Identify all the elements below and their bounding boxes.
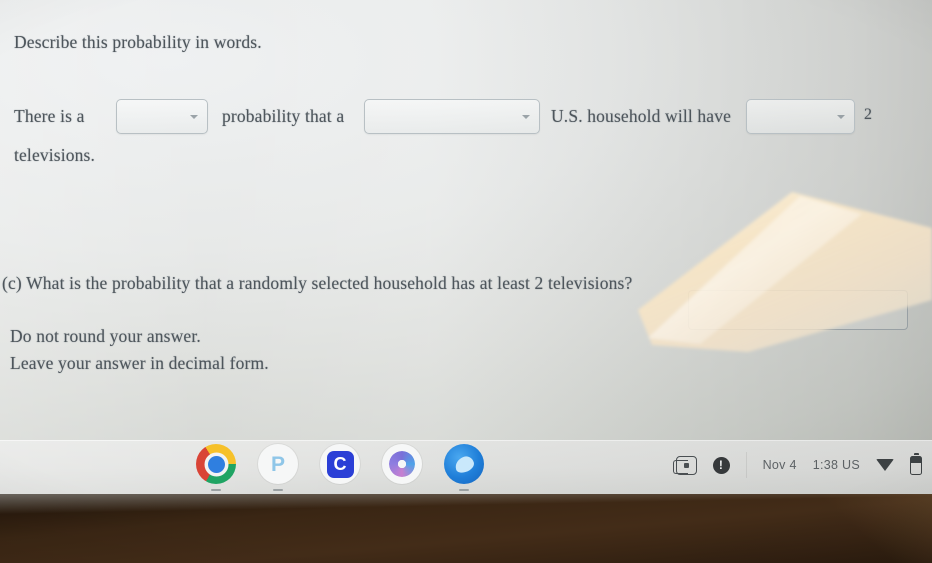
sentence-lead-text: There is a [14,106,85,126]
qualifier-dropdown[interactable] [364,99,540,134]
app-running-indicator [273,488,283,491]
sentence-closing-text: televisions. [14,145,96,165]
probability-word-dropdown[interactable] [116,99,208,134]
bluebird-icon[interactable] [444,444,484,491]
shelf-date: Nov 4 [762,458,797,472]
chrome-icon[interactable] [196,444,236,491]
instruction-no-rounding: Do not round your answer. [10,326,201,346]
instruction-decimal-form: Leave your answer in decimal form. [10,353,269,373]
prompt-text: Describe this probability in words. [14,32,262,52]
photos-icon[interactable] [382,444,422,484]
pages-icon[interactable]: P [258,444,298,491]
shelf-time: 1:38 US [812,458,860,472]
answer-input[interactable] [688,290,908,330]
canvas-icon[interactable]: C [320,444,360,484]
battery-icon[interactable] [910,452,922,475]
chevron-down-icon [837,114,845,119]
wifi-icon[interactable] [876,459,894,471]
app-running-indicator [459,488,469,491]
chevron-down-icon [190,114,198,119]
chromeos-shelf: P C ! Nov 4 1:38 US [0,440,932,502]
comparison-dropdown[interactable] [746,99,855,134]
screen-capture-icon[interactable] [672,455,697,475]
app-running-indicator [211,488,221,491]
notification-alert-icon[interactable]: ! [712,456,730,474]
television-count-text: 2 [864,106,873,123]
photo-of-chromebook-screen: Describe this probability in words. Ther… [0,0,932,563]
question-c-text: (c) What is the probability that a rando… [2,273,633,293]
canvas-icon-letter: C [326,450,354,478]
shelf-status-area[interactable]: ! Nov 4 1:38 US [672,452,922,478]
chrome-icon-core [207,455,225,473]
shelf-app-list: P C [196,444,484,491]
sentence-tail-text: U.S. household will have [551,106,732,126]
bluebird-icon-core [452,453,476,475]
worksheet-document: Describe this probability in words. Ther… [0,0,932,440]
photos-icon-core [389,451,415,477]
status-divider [745,452,747,478]
sentence-middle-text: probability that a [222,106,345,126]
pages-icon-letter: P [270,452,285,476]
chevron-down-icon [522,114,530,119]
desk-surface [0,494,932,563]
